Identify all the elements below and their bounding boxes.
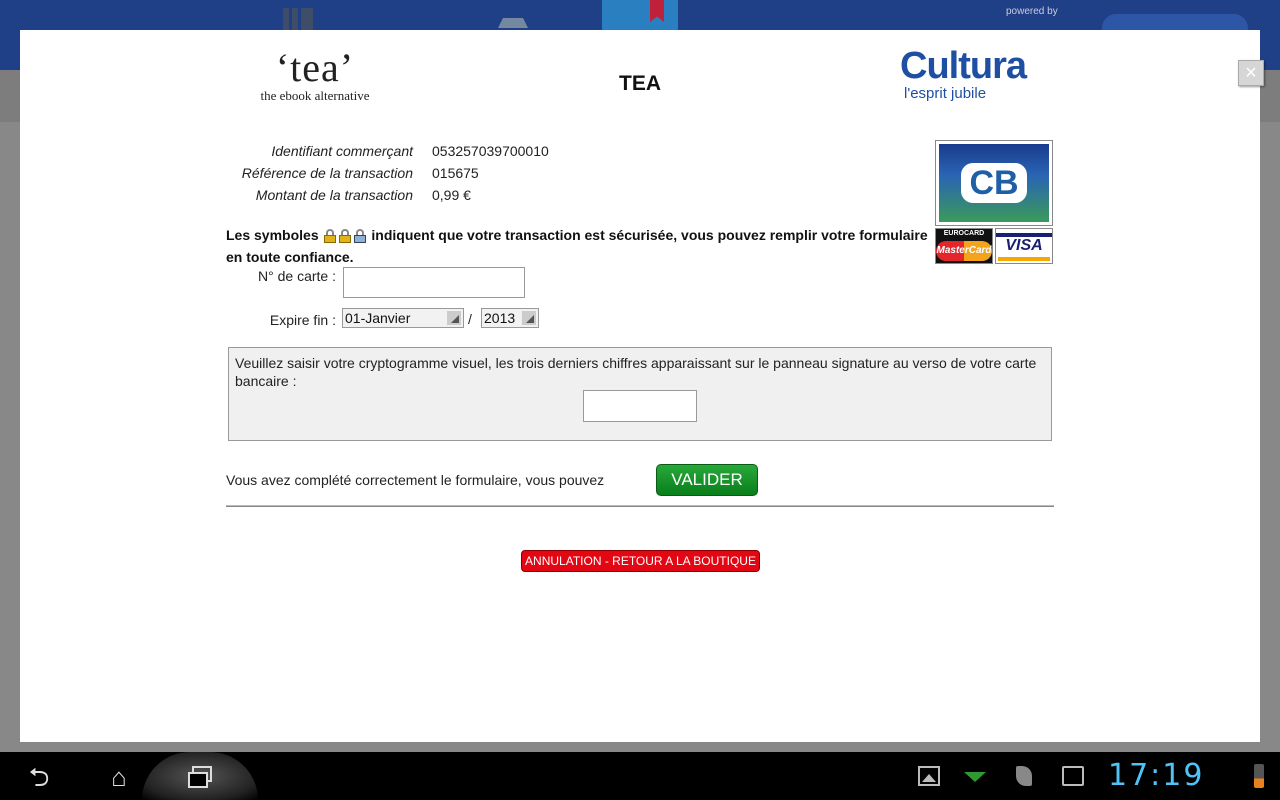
- bookmark-icon: [650, 0, 664, 22]
- tea-logo-tagline: the ebook alternative: [260, 88, 370, 103]
- card-number-input[interactable]: [343, 267, 525, 298]
- powered-by-label: powered by: [1006, 6, 1058, 17]
- mastercard-text: MasterCard: [936, 241, 992, 261]
- transaction-info: Identifiant commerçant 053257039700010 R…: [225, 140, 549, 206]
- dropdown-arrow-icon: [522, 311, 536, 325]
- cb-logo-text: CB: [961, 163, 1027, 203]
- validate-button[interactable]: VALIDER: [656, 464, 758, 496]
- dropdown-arrow-icon: [447, 311, 461, 325]
- basket-icon: [498, 18, 528, 28]
- expire-label: Expire fin :: [269, 312, 336, 328]
- expire-year-value: 2013: [484, 310, 516, 326]
- cb-card-logo: CB: [935, 140, 1053, 226]
- transaction-ref-value: 015675: [432, 165, 479, 181]
- merchant-id-label: Identifiant commerçant: [271, 143, 413, 159]
- leaf-icon[interactable]: [1016, 766, 1032, 786]
- transaction-ref-label: Référence de la transaction: [241, 165, 413, 181]
- visa-logo: VISA: [995, 228, 1053, 264]
- lock-icon: [338, 229, 351, 243]
- battery-icon[interactable]: [1254, 764, 1264, 788]
- cryptogram-box: Veuillez saisir votre cryptogramme visue…: [228, 347, 1052, 441]
- security-notice-prefix: Les symboles: [226, 227, 319, 243]
- cultura-logo: Cultura l'esprit jubile: [900, 46, 1052, 102]
- lock-icon: [323, 229, 336, 243]
- transaction-amount-row: Montant de la transaction 0,99 €: [225, 184, 549, 206]
- expire-separator: /: [468, 311, 472, 327]
- expire-month-select[interactable]: 01-Janvier: [342, 308, 464, 328]
- completion-message: Vous avez complété correctement le formu…: [226, 472, 605, 488]
- download-icon[interactable]: [964, 772, 986, 782]
- transaction-amount-value: 0,99 €: [432, 187, 471, 203]
- merchant-id-value: 053257039700010: [432, 143, 549, 159]
- card-logos: CB EUROCARD MasterCard VISA: [935, 140, 1053, 264]
- divider: [226, 505, 1054, 507]
- lock-icon: [353, 229, 366, 243]
- back-icon[interactable]: ⮌: [24, 762, 54, 792]
- system-navbar: ⮌ ⌂ 17:19: [0, 752, 1280, 800]
- recent-apps-icon[interactable]: [186, 762, 216, 792]
- card-number-label: N° de carte :: [258, 268, 336, 284]
- cultura-logo-word: Cultura: [900, 45, 1027, 87]
- wifi-icon[interactable]: [1216, 766, 1242, 786]
- eurocard-text: EUROCARD: [943, 230, 985, 237]
- expire-month-value: 01-Janvier: [345, 310, 411, 326]
- expire-year-select[interactable]: 2013: [481, 308, 539, 328]
- transaction-ref-row: Référence de la transaction 015675: [225, 162, 549, 184]
- visa-text: VISA: [996, 233, 1052, 255]
- cryptogram-instructions: Veuillez saisir votre cryptogramme visue…: [235, 355, 1037, 389]
- security-notice: Les symboles indiquent que votre transac…: [226, 224, 936, 268]
- merchant-id-row: Identifiant commerçant 053257039700010: [225, 140, 549, 162]
- transaction-amount-label: Montant de la transaction: [255, 187, 413, 203]
- gallery-icon[interactable]: [918, 766, 940, 786]
- payment-modal: ‘tea’ the ebook alternative TEA Cultura …: [20, 30, 1260, 742]
- clock[interactable]: 17:19: [1108, 758, 1204, 793]
- cancel-return-button[interactable]: ANNULATION - RETOUR A LA BOUTIQUE: [521, 550, 760, 572]
- library-icon: [283, 8, 313, 30]
- tea-logo: ‘tea’ the ebook alternative: [245, 48, 385, 104]
- mastercard-logo: EUROCARD MasterCard: [935, 228, 993, 264]
- tea-logo-word: ‘tea’: [275, 45, 355, 90]
- close-icon[interactable]: ×: [1238, 60, 1264, 86]
- shopping-bag-icon[interactable]: [1062, 766, 1084, 786]
- home-icon[interactable]: ⌂: [104, 762, 134, 792]
- cryptogram-input[interactable]: [583, 390, 697, 422]
- cultura-logo-tagline: l'esprit jubile: [904, 85, 987, 102]
- page-title: TEA: [619, 72, 661, 95]
- bookmark-tab: [602, 0, 678, 30]
